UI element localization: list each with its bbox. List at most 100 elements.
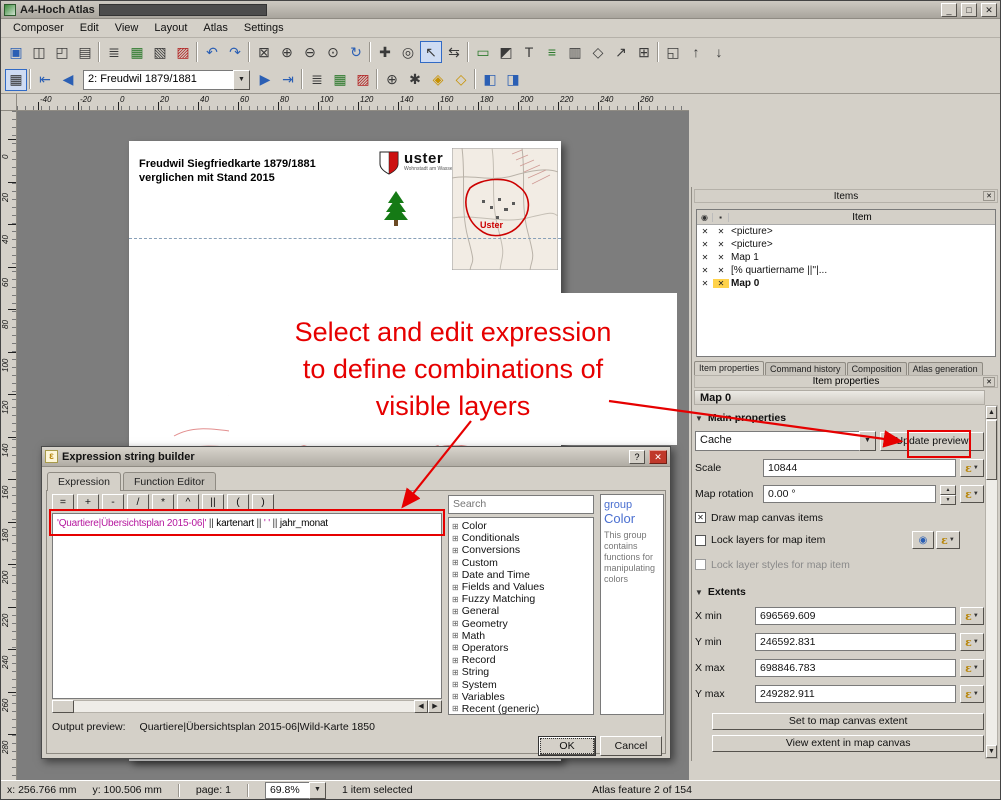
menu-settings[interactable]: Settings (236, 20, 292, 36)
menu-edit[interactable]: Edit (72, 20, 107, 36)
tab-command-history[interactable]: Command history (765, 362, 846, 375)
ok-button[interactable]: OK (538, 736, 596, 756)
data-defined-override-button[interactable]: ε ▼ (960, 633, 984, 651)
expression-hscrollbar[interactable]: ◀ ▶ (52, 700, 442, 713)
function-group-item[interactable]: ⊞ Record (450, 654, 592, 666)
view-extent-in-map-canvas-button[interactable]: View extent in map canvas (712, 735, 984, 752)
tree-expand-icon[interactable]: ⊞ (452, 583, 459, 592)
function-group-item[interactable]: ⊞ Math (450, 630, 592, 642)
group-items-icon[interactable]: ◱ (662, 41, 684, 63)
tree-expand-icon[interactable]: ⊞ (452, 595, 459, 604)
data-defined-override-button[interactable]: ε ▼ (960, 659, 984, 677)
export-image-icon[interactable]: ▦ (126, 41, 148, 63)
raise-items-icon[interactable]: ↑ (685, 41, 707, 63)
chevron-down-icon[interactable]: ▼ (309, 782, 326, 799)
cache-combo[interactable]: Cache ▼ (695, 431, 876, 451)
function-group-item[interactable]: ⊞ Variables (450, 691, 592, 703)
add-scalebar-icon[interactable]: ▥ (564, 41, 586, 63)
tab-atlas-generation[interactable]: Atlas generation (908, 362, 983, 375)
list-item[interactable]: ✕ ✕ <picture> (697, 225, 995, 238)
composition-manager-icon[interactable]: ▤ (74, 41, 96, 63)
visibility-check-icon[interactable]: ✕ (697, 266, 713, 275)
scroll-right-icon[interactable]: ▶ (428, 700, 442, 713)
toolbar-icon[interactable] (473, 69, 478, 89)
add-table-icon[interactable]: ⊞ (633, 41, 655, 63)
minimize-button[interactable]: _ (941, 3, 957, 17)
op-concat[interactable]: || (202, 494, 224, 511)
search-input[interactable] (448, 495, 594, 514)
visibility-check-icon[interactable]: ✕ (697, 240, 713, 249)
function-group-item[interactable]: ⊞ General (450, 605, 592, 617)
function-group-item[interactable]: ⊞ Fuzzy Matching (450, 593, 592, 605)
menu-composer[interactable]: Composer (5, 20, 72, 36)
function-group-item[interactable]: ⊞ Color (450, 520, 592, 532)
dialog-tab-expression[interactable]: Expression (47, 472, 121, 491)
zoom-actual-icon[interactable]: ⊙ (322, 41, 344, 63)
tree-expand-icon[interactable]: ⊞ (452, 619, 459, 628)
toolbar-icon[interactable] (656, 42, 661, 62)
update-preview-button[interactable]: Update preview (880, 432, 984, 451)
scrollbar-thumb[interactable] (986, 420, 997, 480)
expression-editor[interactable]: 'Quartiere|Übersichtsplan 2015-06|' || k… (52, 513, 442, 699)
add-label-icon[interactable]: T (518, 41, 540, 63)
add-image-icon[interactable]: ◩ (495, 41, 517, 63)
new-composition-icon[interactable]: ◫ (28, 41, 50, 63)
tree-expand-icon[interactable]: ⊞ (452, 656, 459, 665)
tree-expand-icon[interactable]: ⊞ (452, 607, 459, 616)
help-button[interactable]: ? (629, 450, 645, 464)
tree-expand-icon[interactable]: ⊞ (452, 631, 459, 640)
lock-check-icon[interactable]: ✕ (713, 240, 729, 249)
chevron-down-icon[interactable]: ▼ (233, 70, 250, 90)
function-group-item[interactable]: ⊞ String (450, 666, 592, 678)
zoom-to-feature-icon[interactable]: ⊕ (381, 69, 403, 91)
duplicate-composition-icon[interactable]: ◰ (51, 41, 73, 63)
refresh-view-icon[interactable]: ↻ (345, 41, 367, 63)
scroll-left-icon[interactable]: ◀ (414, 700, 428, 713)
extent-input[interactable]: 249282.911 (755, 685, 956, 703)
last-feature-icon[interactable]: ⇥ (277, 69, 299, 91)
export-svg-icon[interactable]: ▧ (149, 41, 171, 63)
toolbar-icon[interactable] (97, 42, 102, 62)
print-atlas-icon[interactable]: ≣ (306, 69, 328, 91)
scroll-down-icon[interactable]: ▼ (986, 745, 997, 758)
menu-view[interactable]: View (107, 20, 147, 36)
function-group-item[interactable]: ⊞ Date and Time (450, 569, 592, 581)
toolbar-icon[interactable] (195, 42, 200, 62)
extent-input[interactable]: 246592.831 (755, 633, 956, 651)
function-group-item[interactable]: ⊞ Conditionals (450, 532, 592, 544)
previous-feature-icon[interactable]: ◀ (57, 69, 79, 91)
unlock-item-icon[interactable]: ◇ (450, 69, 472, 91)
close-button[interactable]: ✕ (981, 3, 997, 17)
lock-layers-checkbox[interactable]: ✕ (695, 535, 706, 546)
visibility-check-icon[interactable]: ✕ (697, 227, 713, 236)
extents-header[interactable]: ▼ Extents (695, 585, 984, 599)
list-item[interactable]: ✕ ✕ [% quartiername ||''|... (697, 264, 995, 277)
lock-check-icon[interactable]: ✕ (713, 253, 729, 262)
cancel-button[interactable]: Cancel (600, 736, 662, 756)
zoom-full-icon[interactable]: ⊠ (253, 41, 275, 63)
lock-layers-expression-button[interactable]: ε ▼ (936, 531, 960, 549)
function-group-item[interactable]: ⊞ System (450, 678, 592, 690)
op-power[interactable]: ^ (177, 494, 199, 511)
list-item[interactable]: ✕ ✕ Map 0 (697, 277, 995, 290)
scroll-up-icon[interactable]: ▲ (986, 406, 997, 419)
toolbar-icon[interactable] (375, 69, 380, 89)
main-properties-header[interactable]: ▼ Main properties (695, 411, 984, 425)
atlas-settings-icon[interactable]: ✱ (404, 69, 426, 91)
set-to-map-canvas-extent-button[interactable]: Set to map canvas extent (712, 713, 984, 730)
op-plus[interactable]: + (77, 494, 99, 511)
tree-expand-icon[interactable]: ⊞ (452, 558, 459, 567)
zoom-combo[interactable]: 69.8% ▼ (265, 782, 326, 799)
add-arrow-icon[interactable]: ↗ (610, 41, 632, 63)
lower-items-icon[interactable]: ↓ (708, 41, 730, 63)
menu-atlas[interactable]: Atlas (195, 20, 235, 36)
list-item[interactable]: ✕ ✕ <picture> (697, 238, 995, 251)
op-close-paren[interactable]: ) (252, 494, 274, 511)
tree-expand-icon[interactable]: ⊞ (452, 643, 459, 652)
tab-item-properties[interactable]: Item properties (694, 361, 764, 375)
atlas-feature-combo[interactable]: 2: Freudwil 1879/1881 ▼ (83, 70, 250, 90)
preview-atlas-icon[interactable]: ▦ (5, 69, 27, 91)
function-group-item[interactable]: ⊞ Geometry (450, 618, 592, 630)
properties-scrollbar[interactable]: ▲ ▼ (985, 405, 998, 759)
map-item-thumbnail[interactable]: Uster (452, 148, 558, 270)
